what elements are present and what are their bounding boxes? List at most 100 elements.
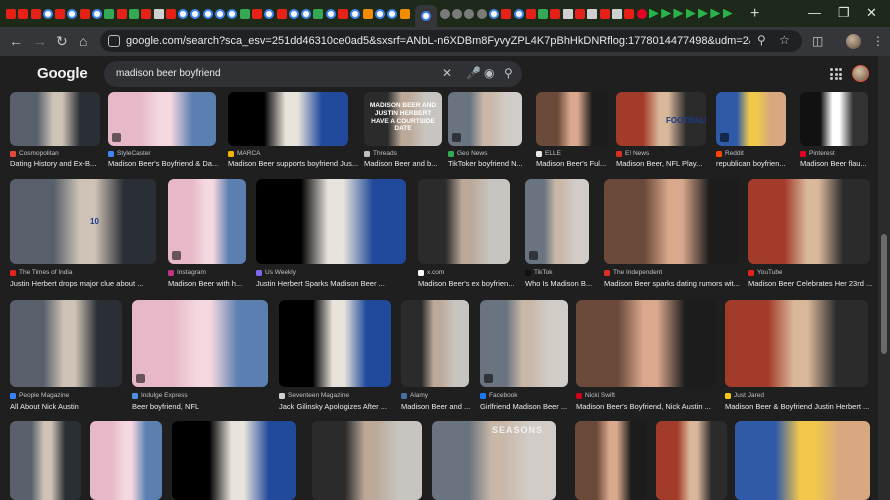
result-thumbnail[interactable] [716,92,786,146]
result-thumbnail[interactable] [418,179,510,264]
result-thumbnail[interactable] [604,179,739,264]
clear-icon[interactable]: ✕ [442,66,452,80]
tab-favicon-icon[interactable] [636,8,647,19]
result-caption[interactable]: Madison Beer's Boyfriend, Nick Austin ..… [576,402,730,411]
tab-favicon-icon[interactable] [550,8,561,19]
result-caption[interactable]: Justin Herbert Sparks Madison Beer ... [256,279,420,288]
result-source[interactable]: Cosmopolitan [10,150,59,157]
tab-favicon-icon[interactable] [501,8,512,19]
result-source[interactable]: Facebook [480,392,518,399]
restore-button[interactable]: ❐ [838,5,850,21]
result-caption[interactable]: Justin Herbert drops major clue about ..… [10,279,170,288]
result-caption[interactable]: Madison Beer's ex boyfrien... [418,279,524,288]
back-arrow-icon[interactable]: ← [9,33,23,49]
tab-favicon-icon[interactable] [153,8,164,19]
result-source[interactable]: Pinterest [800,150,835,157]
menu-kebab-icon[interactable]: ⋮ [872,34,884,48]
tab-favicon-icon[interactable] [525,8,536,19]
tab-favicon-icon[interactable] [92,8,103,19]
tab-favicon-icon[interactable] [513,8,524,19]
google-apps-icon[interactable] [830,68,842,80]
result-thumbnail[interactable] [735,421,870,500]
tab-favicon-icon[interactable] [288,8,299,19]
search-icon[interactable]: ⚲ [504,66,513,80]
tab-favicon-icon[interactable] [387,8,398,19]
result-source[interactable]: Geo News [448,150,487,157]
result-thumbnail[interactable]: MADISON BEER AND JUSTIN HERBERT HAVE A C… [364,92,442,146]
result-source[interactable]: MARCA [228,150,260,157]
result-thumbnail[interactable]: 10 [10,179,156,264]
tab-favicon-icon[interactable] [362,8,373,19]
result-thumbnail[interactable] [525,179,589,264]
result-source[interactable]: ELLE [536,150,561,157]
tab-favicon-icon[interactable] [624,8,635,19]
result-thumbnail[interactable] [536,92,608,146]
tab-favicon-icon[interactable] [698,8,709,19]
tab-favicon-icon[interactable] [251,8,262,19]
result-source[interactable]: Indulge Express [132,392,188,399]
result-thumbnail[interactable] [748,179,870,264]
result-caption[interactable]: Girlfriend Madison Beer ... [480,402,582,411]
tab-favicon-icon[interactable] [301,8,312,19]
tab-favicon-icon[interactable] [55,8,66,19]
microphone-icon[interactable]: 🎤 [466,66,481,80]
result-caption[interactable]: Dating History and Ex-B... [10,159,114,168]
result-caption[interactable]: Madison Beer, NFL Play... [616,159,720,168]
result-caption[interactable]: Who Is Madison B... [525,279,603,288]
result-thumbnail[interactable] [172,421,296,500]
tab-favicon-icon[interactable] [599,8,610,19]
search-query[interactable]: madison beer boyfriend [116,68,221,79]
tab-favicon-icon[interactable] [30,8,41,19]
lens-camera-icon[interactable]: ◉ [484,66,494,80]
tab-favicon-icon[interactable] [215,8,226,19]
forward-arrow-icon[interactable]: → [33,33,47,49]
zoom-icon[interactable]: ⚲ [757,33,766,47]
result-thumbnail[interactable] [168,179,246,264]
result-thumbnail[interactable] [256,179,406,264]
close-window-button[interactable]: ✕ [866,5,877,21]
reload-icon[interactable]: ↻ [56,33,68,50]
tab-favicon-icon[interactable] [464,8,475,19]
result-source[interactable]: TikTok [525,269,553,276]
tab-favicon-icon[interactable] [79,8,90,19]
tab-favicon-icon[interactable] [6,8,16,19]
result-caption[interactable]: Madison Beer & Boyfriend Justin Herbert … [725,402,882,411]
tab-favicon-icon[interactable] [587,8,598,19]
tab-favicon-icon[interactable] [338,8,349,19]
tab-favicon-icon[interactable] [488,8,499,19]
tab-favicon-icon[interactable] [685,8,696,19]
result-caption[interactable]: Madison Beer flau... [800,159,882,168]
result-source[interactable]: The Independent [604,269,662,276]
account-avatar[interactable] [852,65,869,82]
tab-favicon-icon[interactable] [562,8,573,19]
result-thumbnail[interactable]: FOOTBALL [616,92,706,146]
result-source[interactable]: People Magazine [10,392,69,399]
url-text[interactable]: google.com/search?sca_esv=251dd46310ce0a… [126,35,750,47]
search-box[interactable]: madison beer boyfriend ✕ 🎤 ◉ ⚲ [104,61,522,87]
tab-favicon-icon[interactable] [710,8,721,19]
result-caption[interactable]: Madison Beer sparks dating rumors wit... [604,279,753,288]
result-thumbnail[interactable] [401,300,469,387]
tab-favicon-icon[interactable] [538,8,549,19]
result-thumbnail[interactable] [312,421,422,500]
result-source[interactable]: StyleCaster [108,150,151,157]
result-thumbnail[interactable] [656,421,727,500]
result-source[interactable]: Nicki Swift [576,392,615,399]
result-thumbnail[interactable] [480,300,568,387]
tab-favicon-icon[interactable] [42,8,53,19]
tab-favicon-icon[interactable] [374,8,385,19]
bookmark-star-icon[interactable]: ☆ [779,33,790,47]
result-source[interactable]: E! News [616,150,649,157]
scrollbar-thumb[interactable] [881,234,887,354]
result-caption[interactable]: TikToker boyfriend N... [448,159,536,168]
tab-favicon-icon[interactable] [452,8,463,19]
result-source[interactable]: Reddit [716,150,744,157]
active-tab[interactable] [414,5,437,27]
tab-favicon-icon[interactable] [661,8,672,19]
tab-favicon-icon[interactable] [722,8,733,19]
result-thumbnail[interactable] [10,421,81,500]
result-source[interactable]: The Times of India [10,269,72,276]
result-thumbnail[interactable] [800,92,868,146]
result-caption[interactable]: Madison Beer's Ful... [536,159,622,168]
result-caption[interactable]: Jack Gilinsky Apologizes After ... [279,402,405,411]
